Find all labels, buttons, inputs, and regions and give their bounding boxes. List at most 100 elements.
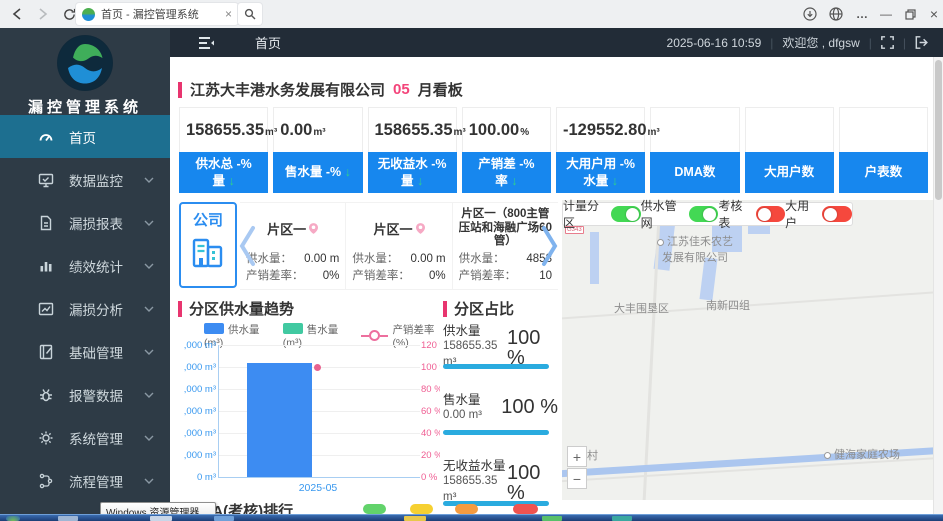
header-tab-home[interactable]: 首页 (255, 33, 281, 52)
rate-point-2025-05 (314, 364, 321, 371)
map-zoom-out-button[interactable]: − (567, 468, 587, 489)
taskbar-icon[interactable] (150, 516, 172, 521)
bug-icon (38, 387, 54, 403)
window-minimize-button[interactable]: — (876, 5, 896, 23)
sidebar-item-home[interactable]: 首页 (0, 115, 170, 158)
sidebar-item-performance-stats[interactable]: 绩效统计 (0, 244, 170, 287)
rank-pill-red (513, 504, 538, 514)
ratio-percent: 100 % (501, 389, 558, 424)
chart-title: 分区供水量趋势 (189, 298, 294, 319)
windows-taskbar[interactable] (0, 514, 943, 521)
sidebar-item-basic-management[interactable]: 基础管理 (0, 330, 170, 373)
toggle-switch-off[interactable] (756, 206, 786, 222)
map-label-farm: 健海家庭农场 (824, 446, 900, 462)
carousel-next-button[interactable] (539, 224, 561, 268)
scrollbar-thumb[interactable] (935, 60, 942, 200)
search-icon (244, 8, 256, 20)
stat-card-large-user-usage: -129552.80m³ 大用户用 -%水量 ↓ (556, 107, 645, 193)
tab-close-icon[interactable]: × (225, 7, 232, 21)
notebook-icon (38, 344, 54, 360)
browser-toolbar: 首页 - 漏控管理系统 × … — × (0, 0, 943, 29)
browser-back-button[interactable] (8, 5, 26, 23)
down-arrow-icon: ↓ (229, 174, 235, 188)
legend-swatch-supply (204, 323, 224, 334)
ratio-progress-bar (443, 430, 549, 435)
browser-globe-icon[interactable] (826, 5, 846, 23)
district-panel[interactable]: 片区一 供水量：0.00 m 产销差率：0% (345, 203, 451, 289)
stat-card-nrw-rate: 100.00% 产销差 -%率 ↓ (462, 107, 551, 193)
taskbar-icon[interactable] (542, 516, 562, 521)
title-accent-bar (443, 301, 447, 317)
chevron-down-icon (144, 306, 154, 312)
sidebar-item-process-management[interactable]: 流程管理 (0, 459, 170, 502)
browser-download-icon[interactable] (800, 5, 820, 23)
company-name: 江苏大丰港水务发展有限公司 (190, 79, 385, 100)
taskbar-icon[interactable] (612, 516, 632, 521)
sidebar-item-data-monitor[interactable]: 数据监控 (0, 158, 170, 201)
toggle-supply-network[interactable]: 供水管网 (641, 197, 719, 231)
tab-title: 首页 - 漏控管理系统 (101, 6, 219, 22)
browser-search-button[interactable] (238, 3, 262, 25)
stat-cards-row: 158655.35m³ 供水总 -%量 ↓ 0.00m³ 售水量 -% ↓ 15… (179, 107, 928, 193)
page-scrollbar (933, 57, 943, 521)
ratio-item-nrw: 无收益水量 158655.35m³ 100 % (443, 455, 558, 505)
sidebar-item-system-management[interactable]: 系统管理 (0, 416, 170, 459)
legend-line-rate (361, 330, 388, 341)
chevron-down-icon (144, 435, 154, 441)
browser-menu-icon[interactable]: … (852, 5, 872, 23)
gear-icon (38, 430, 54, 446)
bar-supply-2025-05 (247, 363, 312, 477)
map-canvas[interactable]: G343 江苏佳禾农艺发展有限公司 大丰围垦区 南新四组 羊村 健海家庭农场 +… (562, 200, 933, 500)
title-accent-bar (178, 301, 182, 317)
logout-icon[interactable] (915, 36, 929, 49)
window-restore-button[interactable] (900, 5, 920, 23)
chevron-down-icon (144, 349, 154, 355)
company-card[interactable]: 公司 (179, 202, 237, 288)
district-carousel: 片区一 供水量：0.00 m 产销差率：0% 片区一 供水量：0.00 m 产销… (240, 202, 558, 290)
map-pin-icon (309, 223, 318, 234)
flow-icon (38, 473, 54, 489)
sidebar-item-leak-report[interactable]: 漏损报表 (0, 201, 170, 244)
chevron-down-icon (144, 478, 154, 484)
header-datetime: 2025-06-16 10:59 (667, 36, 762, 50)
toggle-large-user[interactable]: 大用户 (785, 197, 852, 231)
sidebar-menu: 首页 数据监控 漏损报表 绩效统计 漏损分析 (0, 115, 170, 521)
ratio-percent: 100 % (507, 320, 549, 370)
ratio-item-sold: 售水量 0.00 m³ 100 % (443, 389, 558, 424)
stat-card-non-revenue-water: 158655.35m³ 无收益水 -%量 ↓ (368, 107, 457, 193)
map-layer-toggle-bar: 计量分区 供水管网 考核表 大用户 (562, 202, 853, 226)
toggle-assessment-meter[interactable]: 考核表 (718, 197, 785, 231)
window-close-button[interactable]: × (924, 5, 943, 23)
toggle-switch-off[interactable] (822, 206, 852, 222)
sidebar-item-alarm-data[interactable]: 报警数据 (0, 373, 170, 416)
down-arrow-icon: ↓ (417, 174, 423, 188)
sidebar-item-leak-analysis[interactable]: 漏损分析 (0, 287, 170, 330)
title-accent-bar (178, 82, 182, 98)
carousel-prev-button[interactable] (236, 224, 258, 268)
toggle-switch-on[interactable] (689, 206, 719, 222)
zone-ratio-panel: 分区占比 供水量 158655.35m³ 100 % 售水量 0.00 m³ 1… (443, 296, 558, 521)
stat-card-total-supply: 158655.35m³ 供水总 -%量 ↓ (179, 107, 268, 193)
page-title: 江苏大丰港水务发展有限公司 05 月看板 (178, 79, 463, 100)
taskbar-icon[interactable] (58, 516, 78, 521)
down-arrow-icon: ↓ (511, 174, 517, 188)
fullscreen-icon[interactable] (881, 36, 894, 49)
gauge-icon (38, 129, 54, 145)
browser-forward-button[interactable] (34, 5, 52, 23)
taskbar-icon[interactable] (404, 516, 426, 521)
toggle-switch-on[interactable] (611, 206, 641, 222)
map-label-area2: 南新四组 (706, 297, 750, 313)
sidebar-title: 漏控管理系统 (0, 96, 170, 117)
x-axis-label: 2025-05 (238, 482, 398, 494)
chevron-down-icon (144, 220, 154, 226)
map-label-company: 江苏佳禾农艺发展有限公司 (657, 233, 733, 265)
browser-tab[interactable]: 首页 - 漏控管理系统 × (76, 3, 238, 25)
toggle-metering-zone[interactable]: 计量分区 (563, 197, 641, 231)
start-button[interactable] (6, 516, 20, 521)
map-zoom-in-button[interactable]: + (567, 446, 587, 467)
map-label-area1: 大丰围垦区 (614, 300, 669, 316)
map-pin-icon (416, 223, 425, 234)
taskbar-icon[interactable] (214, 516, 234, 521)
chevron-down-icon (144, 177, 154, 183)
collapse-sidebar-icon[interactable] (198, 36, 215, 50)
